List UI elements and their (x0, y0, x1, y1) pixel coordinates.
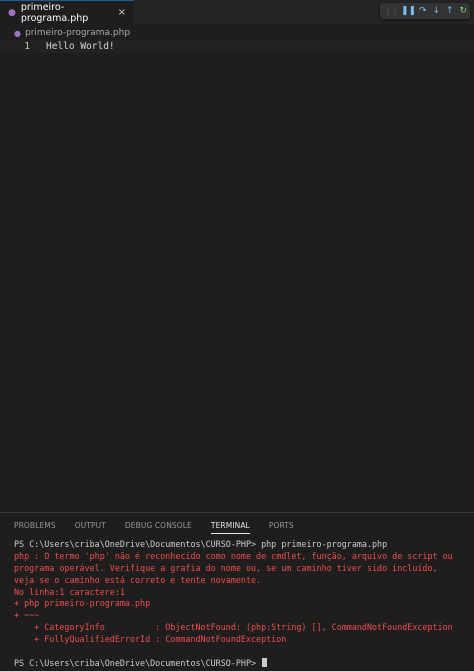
terminal-line-text: programa operável. Verifique a grafia do… (14, 562, 438, 573)
tab-debug-console[interactable]: DEBUG CONSOLE (125, 519, 192, 533)
panel-tabs: PROBLEMS OUTPUT DEBUG CONSOLE TERMINAL P… (0, 519, 299, 534)
terminal-line-text: PS C:\Users\criba\OneDrive\Documentos\CU… (14, 539, 388, 549)
tab-ports[interactable]: PORTS (269, 519, 294, 533)
terminal-line: No linha:1 caractere:1 (14, 587, 469, 599)
restart-icon[interactable]: ↻ (457, 6, 471, 16)
code-editor[interactable]: 1 Hello World! (0, 40, 474, 510)
line-number: 1 (24, 41, 30, 52)
terminal-line-text: + php primeiro-programa.php (14, 598, 151, 609)
tab-output[interactable]: OUTPUT (75, 519, 106, 533)
pause-icon[interactable]: ❚❚ (401, 6, 416, 16)
php-elephant-icon: ● (8, 7, 16, 18)
line-text[interactable]: Hello World! (46, 40, 115, 53)
breadcrumb-file[interactable]: primeiro-programa.php (25, 28, 130, 38)
terminal-line-text: php : O termo 'php' não é reconhecido co… (14, 550, 453, 561)
terminal-line: veja se o caminho está correto e tente n… (14, 575, 469, 587)
php-elephant-icon: ● (14, 28, 21, 38)
terminal-line: php : O termo 'php' não é reconhecido co… (14, 551, 469, 563)
terminal-line: PS C:\Users\criba\OneDrive\Documentos\CU… (14, 657, 469, 670)
step-into-icon[interactable]: ↓ (430, 6, 444, 16)
bottom-panel: PROBLEMS OUTPUT DEBUG CONSOLE TERMINAL P… (0, 512, 474, 671)
terminal-line: programa operável. Verifique a grafia do… (14, 563, 469, 575)
tab-problems[interactable]: PROBLEMS (14, 519, 56, 533)
tab-label: primeiro-programa.php (20, 1, 89, 24)
terminal-line: + CategoryInfo : ObjectNotFound: (php:St… (14, 622, 469, 634)
editor-tab-bar: ● primeiro-programa.php × ⋮⋮ ❚❚ ↷ ↓ ↑ ↻ (0, 0, 474, 24)
terminal-line-text: + FullyQualifiedErrorId : CommandNotFoun… (14, 634, 287, 645)
drag-handle-icon[interactable]: ⋮⋮ (384, 7, 399, 16)
terminal-line: + FullyQualifiedErrorId : CommandNotFoun… (14, 634, 469, 646)
terminal-line-text: PS C:\Users\criba\OneDrive\Documentos\CU… (14, 657, 262, 668)
terminal-line: PS C:\Users\criba\OneDrive\Documentos\CU… (14, 539, 469, 551)
breadcrumb: ● primeiro-programa.php (14, 27, 130, 39)
terminal-line-text: + ~~~ (14, 610, 40, 621)
step-over-icon[interactable]: ↷ (416, 6, 430, 16)
terminal-line: + ~~~ (14, 610, 469, 622)
terminal-line-text: No linha:1 caractere:1 (14, 586, 125, 597)
step-out-icon[interactable]: ↑ (443, 6, 457, 16)
code-line[interactable]: 1 Hello World! (0, 40, 474, 53)
debug-toolbar: ⋮⋮ ❚❚ ↷ ↓ ↑ ↻ (380, 3, 470, 19)
terminal-cursor (262, 657, 268, 667)
tab-terminal[interactable]: TERMINAL (210, 519, 250, 534)
terminal-line-text: + CategoryInfo : ObjectNotFound: (php:St… (14, 622, 453, 633)
close-icon[interactable]: × (118, 7, 126, 18)
terminal-output[interactable]: PS C:\Users\criba\OneDrive\Documentos\CU… (14, 539, 469, 670)
terminal-line: + php primeiro-programa.php (14, 598, 469, 610)
editor-tab[interactable]: ● primeiro-programa.php × (0, 0, 134, 24)
terminal-line-text: veja se o caminho está correto e tente n… (14, 574, 262, 585)
